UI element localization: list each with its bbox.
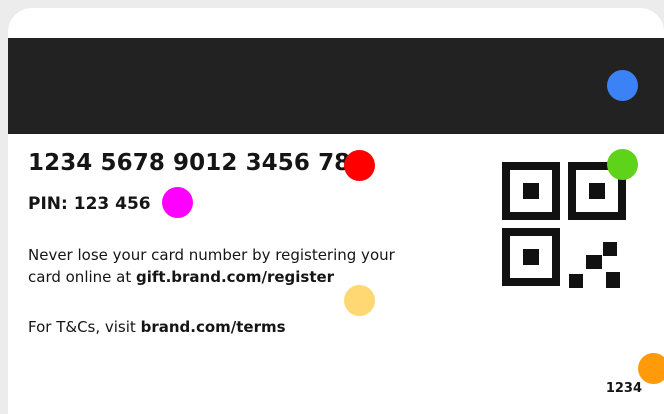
terms-prefix: For T&Cs, visit	[28, 318, 141, 336]
green-dot	[607, 149, 638, 180]
magnetic-stripe	[8, 38, 664, 134]
blue-dot	[607, 70, 638, 101]
magenta-dot	[162, 187, 193, 218]
pin-value: 123 456	[73, 194, 151, 214]
gift-card-back: 1234 5678 9012 3456 789 PIN: 123 456 Nev…	[8, 8, 664, 414]
terms-link[interactable]: brand.com/terms	[141, 318, 286, 336]
screen: 1234 5678 9012 3456 789 PIN: 123 456 Nev…	[0, 0, 664, 414]
yellow-dot	[344, 285, 375, 316]
register-line-1: Never lose your card number by registeri…	[28, 246, 395, 264]
terms-message: For T&Cs, visit brand.com/terms	[28, 318, 286, 336]
red-dot	[344, 150, 375, 181]
card-id: 1234	[605, 381, 642, 396]
register-link[interactable]: gift.brand.com/register	[136, 268, 334, 286]
card-number: 1234 5678 9012 3456 789	[28, 150, 367, 176]
register-line-2-prefix: card online at	[28, 268, 136, 286]
pin: PIN: 123 456	[28, 194, 151, 214]
orange-dot	[638, 353, 664, 384]
pin-label: PIN:	[28, 194, 68, 214]
register-message: Never lose your card number by registeri…	[28, 244, 448, 288]
qr-code-icon	[502, 162, 626, 288]
